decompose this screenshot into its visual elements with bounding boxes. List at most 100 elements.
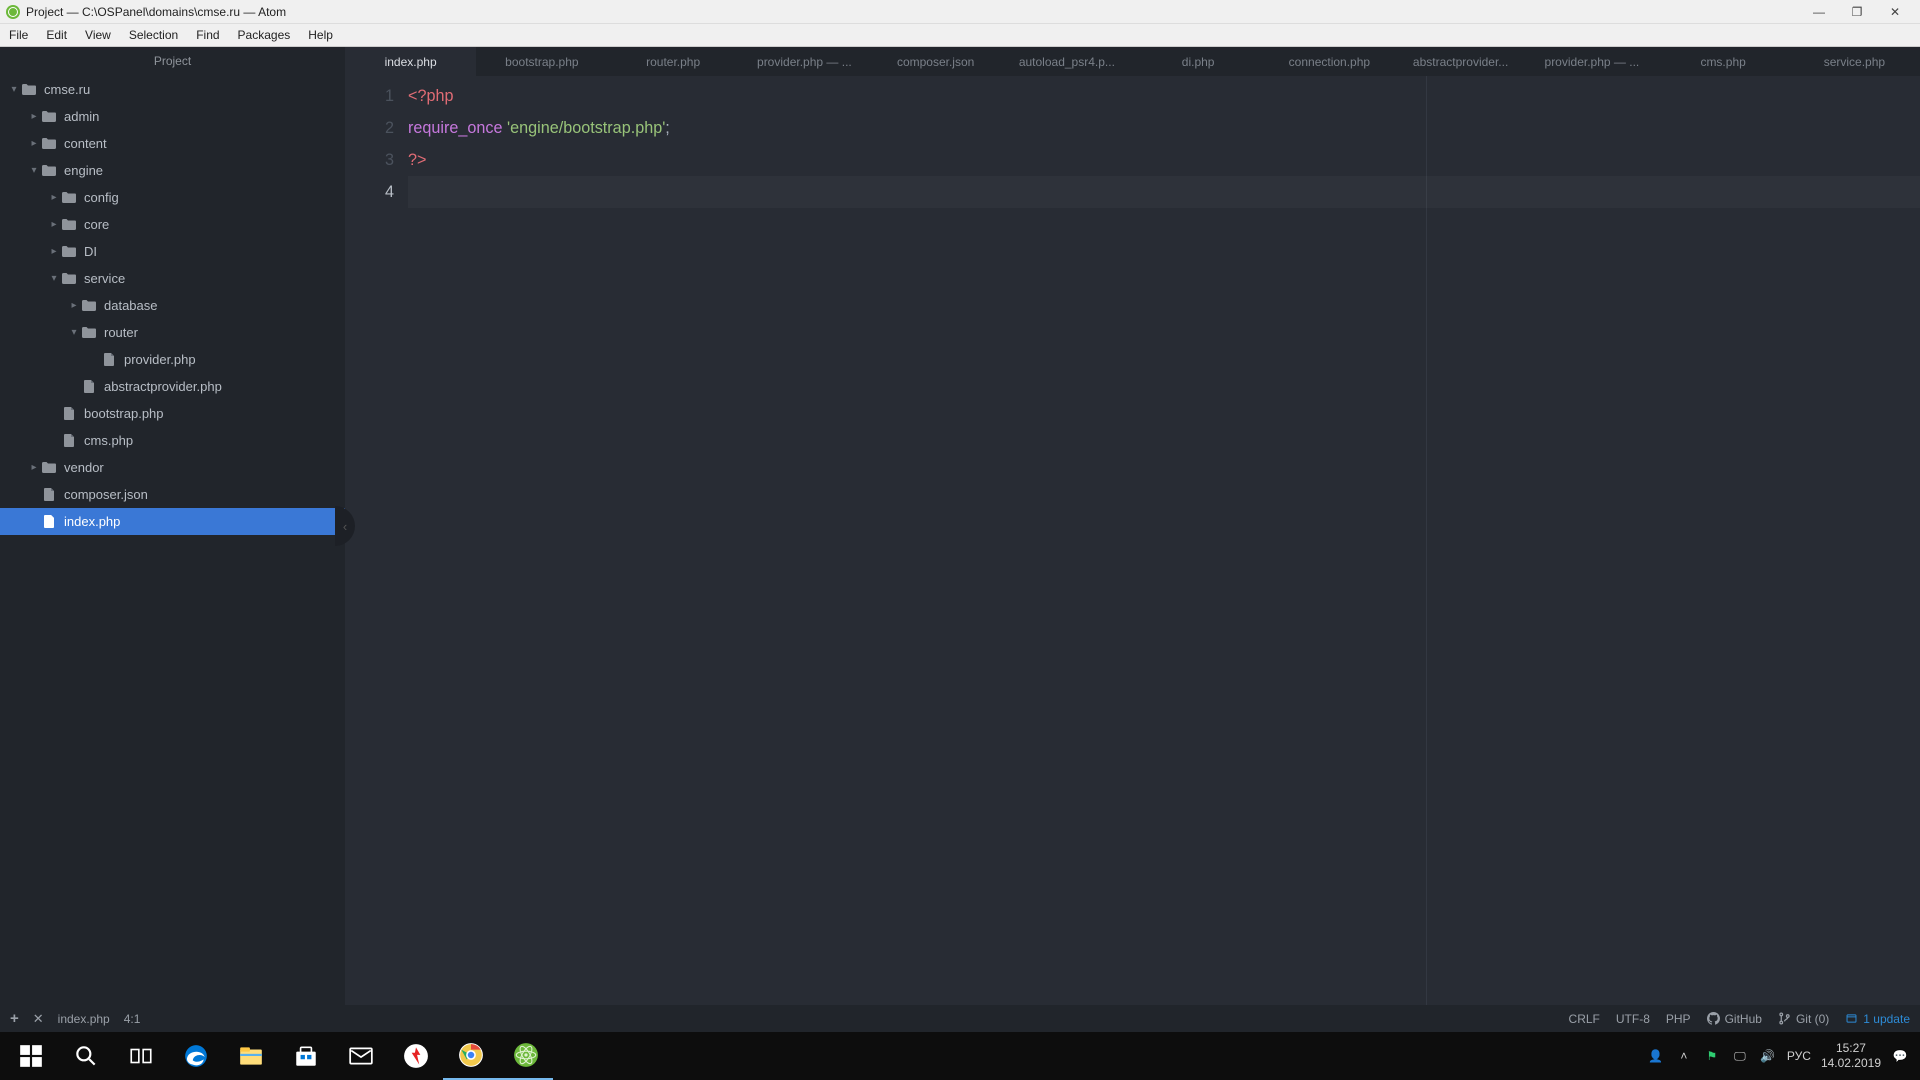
file-icon bbox=[80, 379, 98, 395]
system-tray: 👤 ˄ ⚑ 🖵 🔊 РУС 15:27 14.02.2019 💬 bbox=[1647, 1041, 1917, 1071]
tray-notifications-icon[interactable]: 💬 bbox=[1891, 1049, 1909, 1063]
menu-help[interactable]: Help bbox=[299, 24, 342, 46]
tree-item-composer-json[interactable]: composer.json bbox=[0, 481, 345, 508]
tree-item-config[interactable]: config bbox=[0, 184, 345, 211]
tree-item-cms-php[interactable]: cms.php bbox=[0, 427, 345, 454]
tray-language[interactable]: РУС bbox=[1787, 1049, 1811, 1063]
tray-volume-icon[interactable]: 🔊 bbox=[1759, 1049, 1777, 1063]
tab-di-php[interactable]: di.php bbox=[1133, 47, 1264, 76]
window-restore-button[interactable]: ❐ bbox=[1838, 0, 1876, 24]
status-encoding[interactable]: UTF-8 bbox=[1616, 1012, 1650, 1026]
folder-icon bbox=[40, 136, 58, 152]
tree-item-label: DI bbox=[84, 244, 97, 259]
menu-packages[interactable]: Packages bbox=[229, 24, 300, 46]
package-update-icon bbox=[1845, 1012, 1858, 1025]
tree-item-index-php[interactable]: index.php bbox=[0, 508, 345, 535]
close-file-button[interactable]: ✕ bbox=[33, 1011, 44, 1027]
taskbar-store[interactable] bbox=[278, 1032, 333, 1080]
search-button[interactable] bbox=[58, 1032, 113, 1080]
tab-index-php[interactable]: index.php bbox=[345, 47, 476, 76]
tree-item-label: database bbox=[104, 298, 158, 313]
chevron-icon[interactable] bbox=[28, 138, 40, 149]
status-file[interactable]: index.php bbox=[58, 1012, 110, 1026]
file-tree[interactable]: cmse.ruadmincontentengineconfigcore DI ser… bbox=[0, 74, 345, 1005]
chevron-icon[interactable] bbox=[8, 84, 20, 95]
tab-cms-php[interactable]: cms.php bbox=[1658, 47, 1789, 76]
menu-view[interactable]: View bbox=[76, 24, 120, 46]
status-language[interactable]: PHP bbox=[1666, 1012, 1691, 1026]
menu-edit[interactable]: Edit bbox=[37, 24, 76, 46]
folder-icon bbox=[40, 460, 58, 476]
code-area[interactable]: <?php require_once 'engine/bootstrap.php… bbox=[408, 76, 1920, 1005]
status-github[interactable]: GitHub bbox=[1707, 1012, 1762, 1026]
tree-item-admin[interactable]: admin bbox=[0, 103, 345, 130]
tree-item-database[interactable]: database bbox=[0, 292, 345, 319]
tray-network-icon[interactable]: 🖵 bbox=[1731, 1049, 1749, 1064]
tab-autoload-psr4-p-[interactable]: autoload_psr4.p... bbox=[1001, 47, 1132, 76]
chevron-icon[interactable] bbox=[28, 462, 40, 473]
tree-item-abstractprovider-php[interactable]: abstractprovider.php bbox=[0, 373, 345, 400]
tree-item-label: router bbox=[104, 325, 138, 340]
menu-selection[interactable]: Selection bbox=[120, 24, 187, 46]
chevron-icon[interactable] bbox=[48, 219, 60, 230]
taskbar-yandex[interactable] bbox=[388, 1032, 443, 1080]
tab-provider-php-[interactable]: provider.php — ... bbox=[1526, 47, 1657, 76]
task-view-button[interactable] bbox=[113, 1032, 168, 1080]
chevron-icon[interactable] bbox=[28, 165, 40, 176]
chevron-icon[interactable] bbox=[68, 300, 80, 311]
folder-icon bbox=[80, 298, 98, 314]
tree-item-router[interactable]: router bbox=[0, 319, 345, 346]
tree-item-cmse-ru[interactable]: cmse.ru bbox=[0, 76, 345, 103]
chevron-icon[interactable] bbox=[68, 327, 80, 338]
tray-clock[interactable]: 15:27 14.02.2019 bbox=[1821, 1041, 1881, 1071]
start-button[interactable] bbox=[3, 1032, 58, 1080]
editor[interactable]: 1 2 3 4 <?php require_once 'engine/boots… bbox=[345, 76, 1920, 1005]
tab-abstractprovider-[interactable]: abstractprovider... bbox=[1395, 47, 1526, 76]
tray-flag-icon[interactable]: ⚑ bbox=[1703, 1049, 1721, 1063]
file-icon bbox=[40, 514, 58, 530]
tree-item-label: composer.json bbox=[64, 487, 148, 502]
status-eol[interactable]: CRLF bbox=[1569, 1012, 1600, 1026]
tab-composer-json[interactable]: composer.json bbox=[870, 47, 1001, 76]
tab-connection-php[interactable]: connection.php bbox=[1264, 47, 1395, 76]
tree-item-bootstrap-php[interactable]: bootstrap.php bbox=[0, 400, 345, 427]
taskbar-explorer[interactable] bbox=[223, 1032, 278, 1080]
taskbar-atom[interactable] bbox=[498, 1032, 553, 1080]
status-update[interactable]: 1 update bbox=[1845, 1012, 1910, 1026]
tree-item-content[interactable]: content bbox=[0, 130, 345, 157]
tab-router-php[interactable]: router.php bbox=[608, 47, 739, 76]
chevron-icon[interactable] bbox=[48, 273, 60, 284]
tree-item-core[interactable]: core bbox=[0, 211, 345, 238]
status-cursor[interactable]: 4:1 bbox=[124, 1012, 141, 1026]
tray-chevron-up-icon[interactable]: ˄ bbox=[1675, 1049, 1693, 1063]
menu-find[interactable]: Find bbox=[187, 24, 228, 46]
chevron-icon[interactable] bbox=[48, 246, 60, 257]
tab-bootstrap-php[interactable]: bootstrap.php bbox=[476, 47, 607, 76]
line-number: 1 bbox=[345, 80, 394, 112]
tree-item-label: service bbox=[84, 271, 125, 286]
tray-people-icon[interactable]: 👤 bbox=[1647, 1049, 1665, 1063]
tree-item-label: index.php bbox=[64, 514, 120, 529]
chevron-icon[interactable] bbox=[28, 111, 40, 122]
tree-item-vendor[interactable]: vendor bbox=[0, 454, 345, 481]
tab-provider-php-[interactable]: provider.php — ... bbox=[739, 47, 870, 76]
github-icon bbox=[1707, 1012, 1720, 1025]
taskbar-mail[interactable] bbox=[333, 1032, 388, 1080]
tree-item-service[interactable]: service bbox=[0, 265, 345, 292]
tree-item-provider-php[interactable]: provider.php bbox=[0, 346, 345, 373]
folder-icon bbox=[60, 217, 78, 233]
chevron-icon[interactable] bbox=[48, 192, 60, 203]
tab-service-php[interactable]: service.php bbox=[1789, 47, 1920, 76]
add-file-button[interactable]: + bbox=[10, 1010, 19, 1027]
taskbar-chrome[interactable] bbox=[443, 1032, 498, 1080]
window-title: Project — C:\OSPanel\domains\cmse.ru — A… bbox=[26, 5, 1800, 19]
tree-item-label: bootstrap.php bbox=[84, 406, 164, 421]
window-close-button[interactable]: ✕ bbox=[1876, 0, 1914, 24]
tree-item-di[interactable]: DI bbox=[0, 238, 345, 265]
tree-item-engine[interactable]: engine bbox=[0, 157, 345, 184]
menu-file[interactable]: File bbox=[0, 24, 37, 46]
window-minimize-button[interactable]: — bbox=[1800, 0, 1838, 24]
status-git[interactable]: Git (0) bbox=[1778, 1012, 1829, 1026]
code-token: ?> bbox=[408, 151, 426, 169]
taskbar-edge[interactable] bbox=[168, 1032, 223, 1080]
